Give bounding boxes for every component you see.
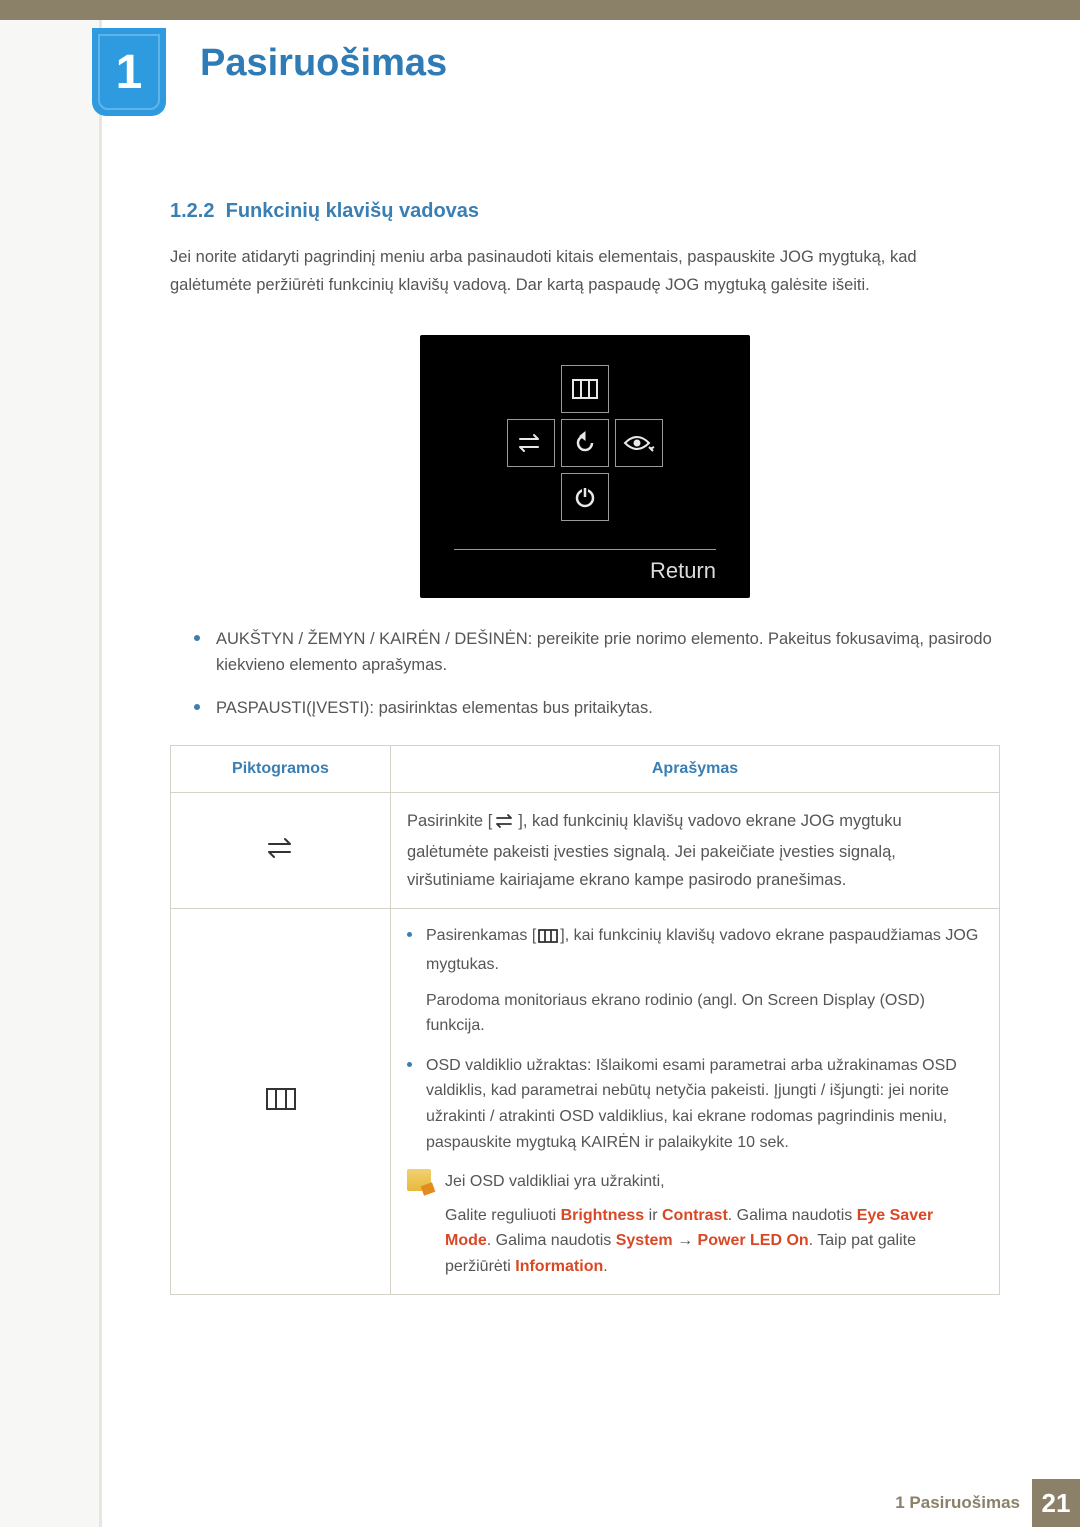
icon-table: Piktogramos Aprašymas Pasirinkite [], ka… [170, 745, 1000, 1294]
list-item: OSD valdiklio užraktas: Išlaikomi esami … [407, 1053, 983, 1155]
menu-icon [266, 1088, 296, 1110]
bullet-dot-icon [194, 635, 200, 641]
osd-cross [454, 365, 716, 521]
item-pre: Pasirenkamas [ [426, 927, 536, 944]
osd-illustration: Return [420, 335, 750, 598]
left-margin [0, 20, 102, 1527]
bullet-text: PASPAUSTI(ĮVESTI): pasirinktas elementas… [216, 695, 653, 721]
source-icon [264, 835, 298, 861]
item-text: OSD valdiklio užraktas: Išlaikomi esami … [426, 1053, 983, 1155]
menu-icon [538, 926, 558, 952]
osd-up-menu-icon [561, 365, 609, 413]
desc-pre: Pasirinkite [ [407, 812, 492, 830]
source-icon [494, 810, 516, 838]
bullet-dot-icon [194, 704, 200, 710]
osd-right-eye-icon [615, 419, 663, 467]
table-header-icons: Piktogramos [171, 746, 391, 793]
top-bar [0, 0, 1080, 20]
list-item: PASPAUSTI(ĮVESTI): pasirinktas elementas… [194, 695, 1000, 721]
list-item: AUKŠTYN / ŽEMYN / KAIRĖN / DEŠINĖN: pere… [194, 626, 1000, 679]
footer-label: 1 Pasiruošimas [895, 1493, 1020, 1513]
bullet-dot-icon [407, 1062, 412, 1067]
row-icon-source [171, 793, 391, 909]
note-block: Jei OSD valdikliai yra užrakinti, Galite… [407, 1169, 983, 1279]
section-title: Funkcinių klavišų vadovas [226, 200, 479, 222]
content: 1.2.2 Funkcinių klavišų vadovas Jei nori… [170, 200, 1000, 1295]
note-icon [407, 1169, 431, 1191]
chapter-badge: 1 [92, 28, 166, 116]
table-row: Pasirinkite [], kad funkcinių klavišų va… [171, 793, 1000, 909]
osd-left-source-icon [507, 419, 555, 467]
page-number: 21 [1032, 1479, 1080, 1527]
osd-down-power-icon [561, 473, 609, 521]
osd-panel: Return [420, 335, 750, 598]
chapter-number: 1 [116, 45, 143, 100]
table-row: Pasirenkamas [], kai funkcinių klavišų v… [171, 909, 1000, 1294]
table-header-desc: Aprašymas [391, 746, 1000, 793]
section-heading: 1.2.2 Funkcinių klavišų vadovas [170, 200, 1000, 223]
item-extra: Parodoma monitoriaus ekrano rodinio (ang… [426, 988, 983, 1039]
chapter-title: Pasiruošimas [200, 42, 447, 85]
intro-paragraph: Jei norite atidaryti pagrindinį meniu ar… [170, 243, 1000, 299]
row-desc: Pasirinkite [], kad funkcinių klavišų va… [391, 793, 1000, 909]
note-lead: Jei OSD valdikliai yra užrakinti, [445, 1169, 983, 1195]
bullet-text: AUKŠTYN / ŽEMYN / KAIRĖN / DEŠINĖN: pere… [216, 626, 1000, 679]
bullet-dot-icon [407, 932, 412, 937]
section-number: 1.2.2 [170, 200, 214, 222]
osd-return-label: Return [454, 549, 716, 584]
row-desc: Pasirenkamas [], kai funkcinių klavišų v… [391, 909, 1000, 1294]
osd-center-return-icon [561, 419, 609, 467]
note-text: Jei OSD valdikliai yra užrakinti, Galite… [445, 1169, 983, 1279]
bullet-list: AUKŠTYN / ŽEMYN / KAIRĖN / DEŠINĖN: pere… [194, 626, 1000, 721]
list-item: Pasirenkamas [], kai funkcinių klavišų v… [407, 923, 983, 1038]
row-icon-menu [171, 909, 391, 1294]
